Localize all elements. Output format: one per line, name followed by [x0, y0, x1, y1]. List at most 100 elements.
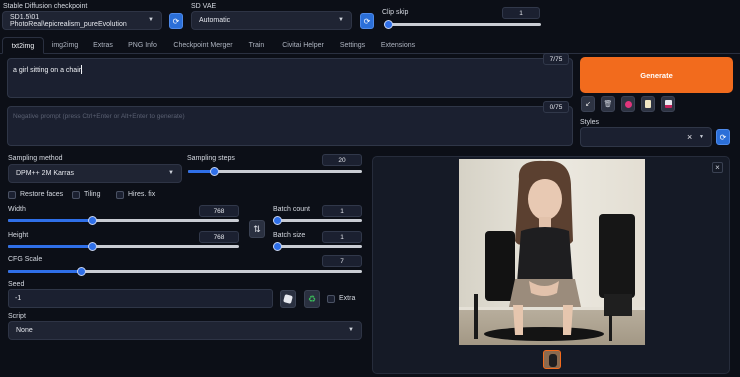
negative-token-count: 0/75 [543, 101, 569, 113]
slider-knob[interactable] [384, 20, 393, 29]
seed-input[interactable]: -1 [8, 289, 273, 308]
tab-extensions[interactable]: Extensions [373, 37, 423, 54]
clip-skip-number[interactable]: 1 [502, 7, 540, 19]
dice-icon [283, 294, 293, 304]
chevron-down-icon: ▼ [348, 327, 354, 333]
batch-size-slider[interactable] [273, 242, 362, 251]
width-number[interactable]: 768 [199, 205, 239, 217]
height-slider[interactable] [8, 242, 239, 251]
batch-size-label: Batch size [273, 232, 306, 239]
chevron-down-icon: ▼ [338, 17, 344, 23]
extra-networks-button[interactable] [621, 96, 635, 112]
tab-settings[interactable]: Settings [335, 37, 370, 54]
trash-icon: 🗑 [603, 101, 613, 108]
slider-knob[interactable] [273, 216, 282, 225]
arrow-icon: ↙ [585, 101, 591, 108]
vae-dropdown[interactable]: Automatic ▼ [191, 11, 352, 30]
prompt-text: a girl sitting on a chair, [13, 67, 83, 74]
restore-faces-checkbox[interactable] [8, 191, 16, 199]
tab-checkpoint-merger[interactable]: Checkpoint Merger [166, 37, 240, 54]
main-tabs: txt2img img2img Extras PNG Info Checkpoi… [0, 37, 740, 54]
extra-seed-label: Extra [339, 295, 356, 302]
generated-image-drawing [459, 159, 645, 345]
checkpoint-value: SD1.5\01 PhotoReal\epicrealism_pureEvolu… [10, 13, 127, 28]
tab-train[interactable]: Train [242, 37, 271, 54]
clip-skip-slider[interactable] [384, 20, 541, 29]
save-style-button[interactable] [661, 96, 675, 112]
negative-prompt-textarea[interactable]: Negative prompt (press Ctrl+Enter or Alt… [7, 106, 573, 146]
sampling-method-dropdown[interactable]: DPM++ 2M Karras ▼ [8, 164, 182, 183]
sampling-steps-slider[interactable] [188, 167, 362, 176]
tab-img2img[interactable]: img2img [45, 37, 85, 54]
reuse-seed-button[interactable]: ♻ [304, 290, 320, 308]
script-dropdown[interactable]: None ▼ [8, 321, 362, 340]
text-cursor [81, 65, 82, 74]
chevron-down-icon: ▼ [699, 134, 704, 140]
swap-dimensions-button[interactable]: ⇅ [249, 220, 265, 238]
tiling-checkbox[interactable] [72, 191, 80, 199]
refresh-vae-button[interactable]: ⟳ [360, 13, 374, 29]
swap-icon: ⇅ [253, 223, 261, 234]
checkpoint-dropdown[interactable]: SD1.5\01 PhotoReal\epicrealism_pureEvolu… [2, 11, 162, 30]
slider-knob[interactable] [88, 216, 97, 225]
vae-label: SD VAE [191, 3, 217, 10]
height-label: Height [8, 232, 29, 239]
checkpoint-label: Stable Diffusion checkpoint [3, 3, 88, 10]
sampling-steps-label: Sampling steps [187, 155, 235, 162]
generated-image[interactable] [459, 159, 645, 345]
batch-count-slider[interactable] [273, 216, 362, 225]
styles-dropdown[interactable]: × ▼ [580, 127, 712, 147]
sampling-steps-number[interactable]: 20 [322, 154, 362, 166]
restore-faces-label: Restore faces [20, 191, 64, 198]
chevron-down-icon: ▼ [168, 170, 174, 176]
output-gallery: × [372, 156, 730, 374]
refresh-icon: ⟳ [719, 132, 727, 142]
read-params-button[interactable]: ↙ [581, 96, 595, 112]
prompt-token-count: 7/75 [543, 53, 569, 65]
generate-button[interactable]: Generate [580, 57, 733, 93]
hires-fix-label: Hires. fix [128, 191, 156, 198]
extra-seed-checkbox[interactable] [327, 295, 335, 303]
apply-style-button[interactable] [641, 96, 655, 112]
refresh-icon: ⟳ [363, 16, 371, 26]
height-number[interactable]: 768 [199, 231, 239, 243]
tab-txt2img[interactable]: txt2img [2, 37, 44, 54]
cfg-scale-label: CFG Scale [8, 256, 43, 263]
script-label: Script [8, 313, 26, 320]
recycle-icon: ♻ [307, 293, 317, 304]
width-label: Width [8, 206, 26, 213]
slider-knob[interactable] [210, 167, 219, 176]
batch-count-number[interactable]: 1 [322, 205, 362, 217]
seed-label: Seed [8, 281, 25, 288]
cfg-scale-number[interactable]: 7 [322, 255, 362, 267]
close-output-button[interactable]: × [712, 162, 723, 173]
refresh-icon: ⟳ [172, 16, 180, 26]
clear-prompt-button[interactable]: 🗑 [601, 96, 615, 112]
negative-prompt-placeholder: Negative prompt (press Ctrl+Enter or Alt… [13, 113, 185, 120]
width-slider[interactable] [8, 216, 239, 225]
tab-png-info[interactable]: PNG Info [121, 37, 164, 54]
slider-knob[interactable] [273, 242, 282, 251]
red-card-icon [624, 100, 632, 108]
clipboard-icon [645, 100, 651, 108]
styles-label: Styles [580, 119, 600, 126]
batch-size-number[interactable]: 1 [322, 231, 362, 243]
random-seed-button[interactable] [280, 290, 296, 308]
prompt-textarea[interactable]: a girl sitting on a chair, [7, 58, 573, 98]
slider-knob[interactable] [88, 242, 97, 251]
chevron-down-icon: ▼ [148, 17, 154, 23]
script-value: None [16, 327, 33, 334]
sampling-method-value: DPM++ 2M Karras [16, 170, 74, 177]
hires-fix-checkbox[interactable] [116, 191, 124, 199]
refresh-styles-button[interactable]: ⟳ [716, 129, 730, 145]
clip-skip-label: Clip skip [382, 9, 409, 16]
cfg-scale-slider[interactable] [8, 267, 362, 276]
vae-value: Automatic [199, 17, 231, 24]
gallery-thumbnail[interactable] [543, 350, 561, 369]
clear-styles-icon[interactable]: × [687, 132, 692, 142]
sampling-method-label: Sampling method [8, 155, 63, 162]
refresh-checkpoint-button[interactable]: ⟳ [169, 13, 183, 29]
slider-knob[interactable] [77, 267, 86, 276]
tab-extras[interactable]: Extras [87, 37, 119, 54]
tab-civitai-helper[interactable]: Civitai Helper [273, 37, 333, 54]
